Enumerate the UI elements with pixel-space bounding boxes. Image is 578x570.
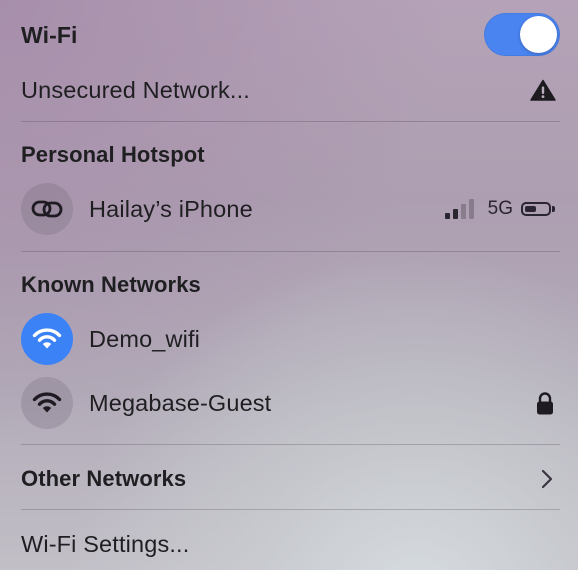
lock-icon [536,391,554,415]
network-name: Demo_wifi [89,325,201,352]
wifi-toggle-knob [520,16,557,53]
network-item-demo-wifi[interactable]: Demo_wifi [0,312,578,366]
hotspot-device-item[interactable]: Hailay’s iPhone 5G [0,182,578,236]
wifi-settings-item[interactable]: Wi-Fi Settings... [0,521,578,567]
hotspot-status: 5G [444,198,557,220]
network-type-label: 5G [487,198,513,219]
chevron-right-icon [541,469,553,489]
separator [21,509,560,510]
wifi-icon [21,377,73,429]
unsecured-network-label: Unsecured Network... [21,76,250,103]
signal-strength-icon [444,199,474,219]
network-name: Megabase-Guest [89,389,272,416]
other-networks-item[interactable]: Other Networks [0,458,578,500]
known-networks-section: Known Networks [0,268,578,302]
personal-hotspot-section: Personal Hotspot [0,138,578,172]
separator [21,251,560,252]
unsecured-network-item[interactable]: Unsecured Network... [0,66,578,114]
wifi-settings-label: Wi-Fi Settings... [21,530,190,557]
link-icon [21,183,73,235]
network-item-megabase-guest[interactable]: Megabase-Guest [0,376,578,430]
wifi-title: Wi-Fi [21,21,78,48]
warning-triangle-icon [530,79,556,101]
separator [21,444,560,445]
wifi-icon [21,313,73,365]
wifi-toggle[interactable] [484,13,560,56]
other-networks-label: Other Networks [21,466,187,491]
separator [21,121,560,122]
known-networks-title: Known Networks [21,272,201,297]
personal-hotspot-title: Personal Hotspot [21,142,205,167]
wifi-menu-panel: Wi-Fi Unsecured Network... Personal Hots… [0,0,578,570]
battery-icon [521,201,557,217]
hotspot-device-name: Hailay’s iPhone [89,195,253,222]
